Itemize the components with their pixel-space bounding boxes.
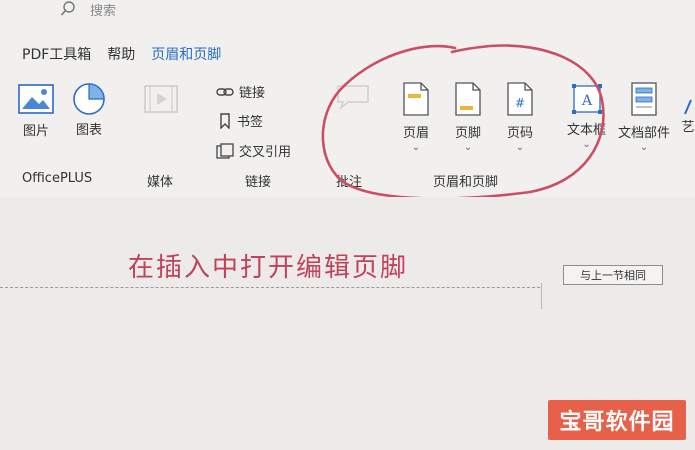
group-label-comments: 批注 <box>336 175 363 190</box>
textbox-button[interactable]: A 文本框 ⌄ <box>567 82 606 150</box>
header-label: 页眉 <box>402 126 429 141</box>
picture-label: 图片 <box>22 124 49 139</box>
search-box[interactable]: 搜索 <box>60 0 117 19</box>
group-label-media: 媒体 <box>147 175 174 190</box>
wordart-button[interactable]: 艺 <box>681 98 695 135</box>
comment-button[interactable] <box>336 84 370 110</box>
tab-help[interactable]: 帮助 <box>107 44 135 64</box>
bookmark-label: 书签 <box>237 115 264 130</box>
video-icon <box>144 85 178 113</box>
footer-label: 页脚 <box>454 126 481 141</box>
chart-icon <box>73 83 105 115</box>
wordart-label: 艺 <box>681 120 695 135</box>
chevron-down-icon: ⌄ <box>639 142 649 153</box>
chevron-down-icon: ⌄ <box>515 142 525 153</box>
chevron-down-icon: ⌄ <box>463 142 473 153</box>
link-button[interactable]: 链接 <box>216 82 265 101</box>
annotation-text: 在插入中打开编辑页脚 <box>128 253 409 283</box>
page-number-icon: # <box>507 82 533 116</box>
tab-header-footer[interactable]: 页眉和页脚 <box>151 44 221 64</box>
ribbon: 搜索 PDF工具箱 帮助 页眉和页脚 图片 图表 链接 书签 交叉引用 页眉 ⌄… <box>0 0 695 197</box>
svg-text:#: # <box>515 96 525 110</box>
footer-icon <box>455 82 481 116</box>
link-icon <box>216 87 234 96</box>
chart-label: 图表 <box>75 123 102 138</box>
group-label-links: 链接 <box>245 175 272 190</box>
textbox-label: 文本框 <box>567 123 607 138</box>
textbox-icon: A <box>571 84 602 114</box>
chart-button[interactable]: 图表 <box>72 82 106 138</box>
bookmark-button[interactable]: 书签 <box>218 111 263 130</box>
page-number-button[interactable]: # 页码 ⌄ <box>506 82 534 153</box>
video-button[interactable] <box>143 84 179 114</box>
header-button[interactable]: 页眉 ⌄ <box>402 82 430 153</box>
tab-pdf-tools[interactable]: PDF工具箱 <box>22 44 91 64</box>
link-label: 链接 <box>239 86 266 101</box>
document-parts-icon <box>631 82 657 116</box>
group-label-header-footer: 页眉和页脚 <box>433 175 499 190</box>
footer-boundary-line <box>0 287 540 288</box>
page-number-label: 页码 <box>506 126 533 141</box>
document-parts-label: 文档部件 <box>618 126 671 141</box>
footer-corner-mark <box>541 283 542 309</box>
comment-icon <box>337 85 369 110</box>
ribbon-tabs: PDF工具箱 帮助 页眉和页脚 <box>22 44 237 64</box>
same-as-previous-tag: 与上一节相同 <box>563 265 663 285</box>
watermark-logo: 宝哥软件园 <box>548 400 686 440</box>
svg-text:A: A <box>580 93 592 109</box>
header-icon <box>403 82 429 116</box>
footer-button[interactable]: 页脚 ⌄ <box>454 82 482 153</box>
chevron-down-icon: ⌄ <box>411 142 421 153</box>
group-label-officeplus: OfficePLUS <box>22 171 93 186</box>
bookmark-icon <box>220 112 230 129</box>
search-icon <box>60 1 75 16</box>
picture-button[interactable]: 图片 <box>18 84 54 139</box>
document-parts-button[interactable]: 文档部件 ⌄ <box>618 82 670 153</box>
picture-icon <box>18 84 54 114</box>
cross-reference-icon <box>216 142 234 159</box>
cross-reference-label: 交叉引用 <box>239 145 292 160</box>
search-placeholder: 搜索 <box>90 3 117 19</box>
cross-reference-button[interactable]: 交叉引用 <box>216 141 291 160</box>
wordart-icon <box>684 99 692 115</box>
chevron-down-icon: ⌄ <box>582 139 591 150</box>
